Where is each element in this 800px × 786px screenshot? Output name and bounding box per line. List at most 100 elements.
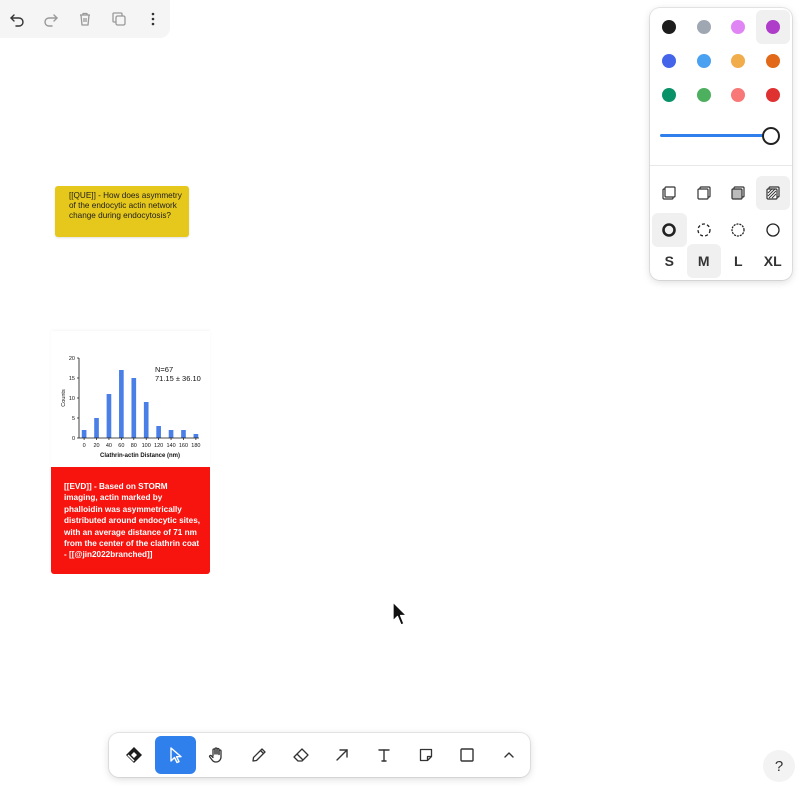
color-swatch[interactable] — [721, 78, 756, 112]
panel-divider — [650, 165, 792, 166]
text-icon — [376, 747, 392, 763]
color-row — [652, 44, 790, 78]
color-dot — [696, 20, 711, 34]
x-axis-label: Clathrin-actin Distance (nm) — [100, 453, 180, 459]
fill-none-option[interactable] — [652, 176, 687, 210]
fill-style-row — [652, 176, 790, 210]
question-note[interactable]: [[QUE]] - How does asymmetry of the endo… — [55, 186, 189, 237]
opacity-slider-thumb[interactable] — [762, 127, 780, 145]
dash-style-row — [652, 213, 790, 247]
undo-icon — [9, 11, 25, 27]
x-tick-label: 100 — [142, 443, 151, 449]
tool-arrow[interactable] — [322, 736, 364, 774]
color-swatch[interactable] — [687, 10, 722, 44]
color-row — [652, 78, 790, 112]
tool-draw[interactable] — [238, 736, 280, 774]
histogram-bar — [193, 434, 199, 438]
hand-icon — [208, 746, 226, 764]
dash-dotted-option[interactable] — [721, 213, 756, 247]
fill-pattern-icon — [765, 185, 781, 201]
tool-eraser[interactable] — [280, 736, 322, 774]
dash-dashed-option[interactable] — [687, 213, 722, 247]
color-swatch-grid — [652, 10, 790, 112]
x-tick-label: 20 — [93, 443, 99, 449]
delete-button[interactable] — [68, 0, 102, 38]
histogram-bar — [181, 430, 186, 438]
dash-draw-option[interactable] — [652, 213, 687, 247]
color-swatch[interactable] — [652, 10, 687, 44]
color-swatch[interactable] — [756, 44, 791, 78]
evidence-figure[interactable]: 0 5 10 15 20 0 20 40 60 80 100 120 140 160 180 Clathrin… — [51, 331, 210, 467]
x-tick-label: 0 — [83, 443, 86, 449]
color-dot — [662, 88, 677, 102]
more-icon — [145, 11, 161, 27]
opacity-slider-track — [660, 134, 772, 137]
y-tick-label: 0 — [72, 436, 75, 442]
tool-note[interactable] — [405, 736, 447, 774]
color-swatch[interactable] — [721, 10, 756, 44]
fill-solid-option[interactable] — [721, 176, 756, 210]
evidence-note[interactable]: [[EVD]] - Based on STORM imaging, actin … — [51, 467, 210, 574]
color-dot — [662, 54, 677, 68]
action-bar — [0, 0, 170, 38]
draw-icon — [251, 747, 267, 763]
opacity-slider[interactable] — [660, 124, 782, 146]
x-tick-label: 160 — [179, 443, 188, 449]
y-axis-label: Counts — [61, 389, 67, 407]
color-swatch[interactable] — [687, 78, 722, 112]
tool-rectangle[interactable] — [447, 736, 489, 774]
logo-icon — [125, 746, 143, 764]
size-option-s[interactable]: S — [652, 244, 687, 278]
eraser-icon — [292, 747, 310, 763]
color-swatch[interactable] — [687, 44, 722, 78]
size-option-xl[interactable]: XL — [756, 244, 791, 278]
histogram-bar — [119, 370, 124, 438]
fill-solid-icon — [730, 185, 746, 201]
tool-more[interactable] — [488, 736, 530, 774]
tool-select[interactable] — [154, 736, 197, 774]
bottom-toolbar — [109, 733, 530, 777]
tool-hand[interactable] — [196, 736, 238, 774]
fill-semi-option[interactable] — [687, 176, 722, 210]
histogram-bar — [81, 430, 87, 438]
x-tick-label: 120 — [154, 443, 163, 449]
color-dot — [731, 20, 746, 34]
undo-button[interactable] — [0, 0, 34, 38]
histogram-bar — [168, 430, 174, 438]
color-swatch[interactable] — [652, 78, 687, 112]
y-tick-label: 20 — [69, 356, 75, 362]
histogram-bar — [94, 418, 99, 438]
y-tick-label: 5 — [72, 416, 75, 422]
dash-draw-icon — [661, 222, 677, 238]
dash-solid-option[interactable] — [756, 213, 791, 247]
question-note-text: [[QUE]] - How does asymmetry of the endo… — [69, 191, 182, 221]
x-tick-label: 80 — [131, 443, 137, 449]
x-tick-label: 40 — [106, 443, 112, 449]
color-row — [652, 10, 790, 44]
color-swatch[interactable] — [755, 10, 790, 44]
annotation-n: N=67 — [155, 365, 173, 374]
duplicate-button[interactable] — [102, 0, 136, 38]
histogram-bar — [156, 426, 161, 438]
help-button[interactable]: ? — [763, 750, 795, 782]
mouse-cursor-icon — [392, 601, 408, 632]
tool-text[interactable] — [363, 736, 405, 774]
color-swatch[interactable] — [721, 44, 756, 78]
color-swatch[interactable] — [652, 44, 687, 78]
size-row: S M L XL — [652, 244, 790, 278]
histogram-bar — [131, 378, 137, 438]
redo-icon — [43, 11, 59, 27]
size-option-m[interactable]: M — [686, 244, 721, 278]
size-option-l[interactable]: L — [721, 244, 756, 278]
fill-pattern-option[interactable] — [755, 176, 790, 210]
dash-dashed-icon — [696, 222, 712, 238]
color-swatch[interactable] — [756, 78, 791, 112]
annotation-mean: 71.15 ± 36.10 — [155, 374, 201, 383]
histogram-bar — [143, 402, 149, 438]
more-button[interactable] — [136, 0, 170, 38]
note-icon — [418, 747, 434, 763]
tool-menu[interactable] — [113, 736, 155, 774]
redo-button[interactable] — [34, 0, 68, 38]
evidence-note-text: [[EVD]] - Based on STORM imaging, actin … — [64, 482, 201, 560]
color-dot — [731, 88, 746, 102]
